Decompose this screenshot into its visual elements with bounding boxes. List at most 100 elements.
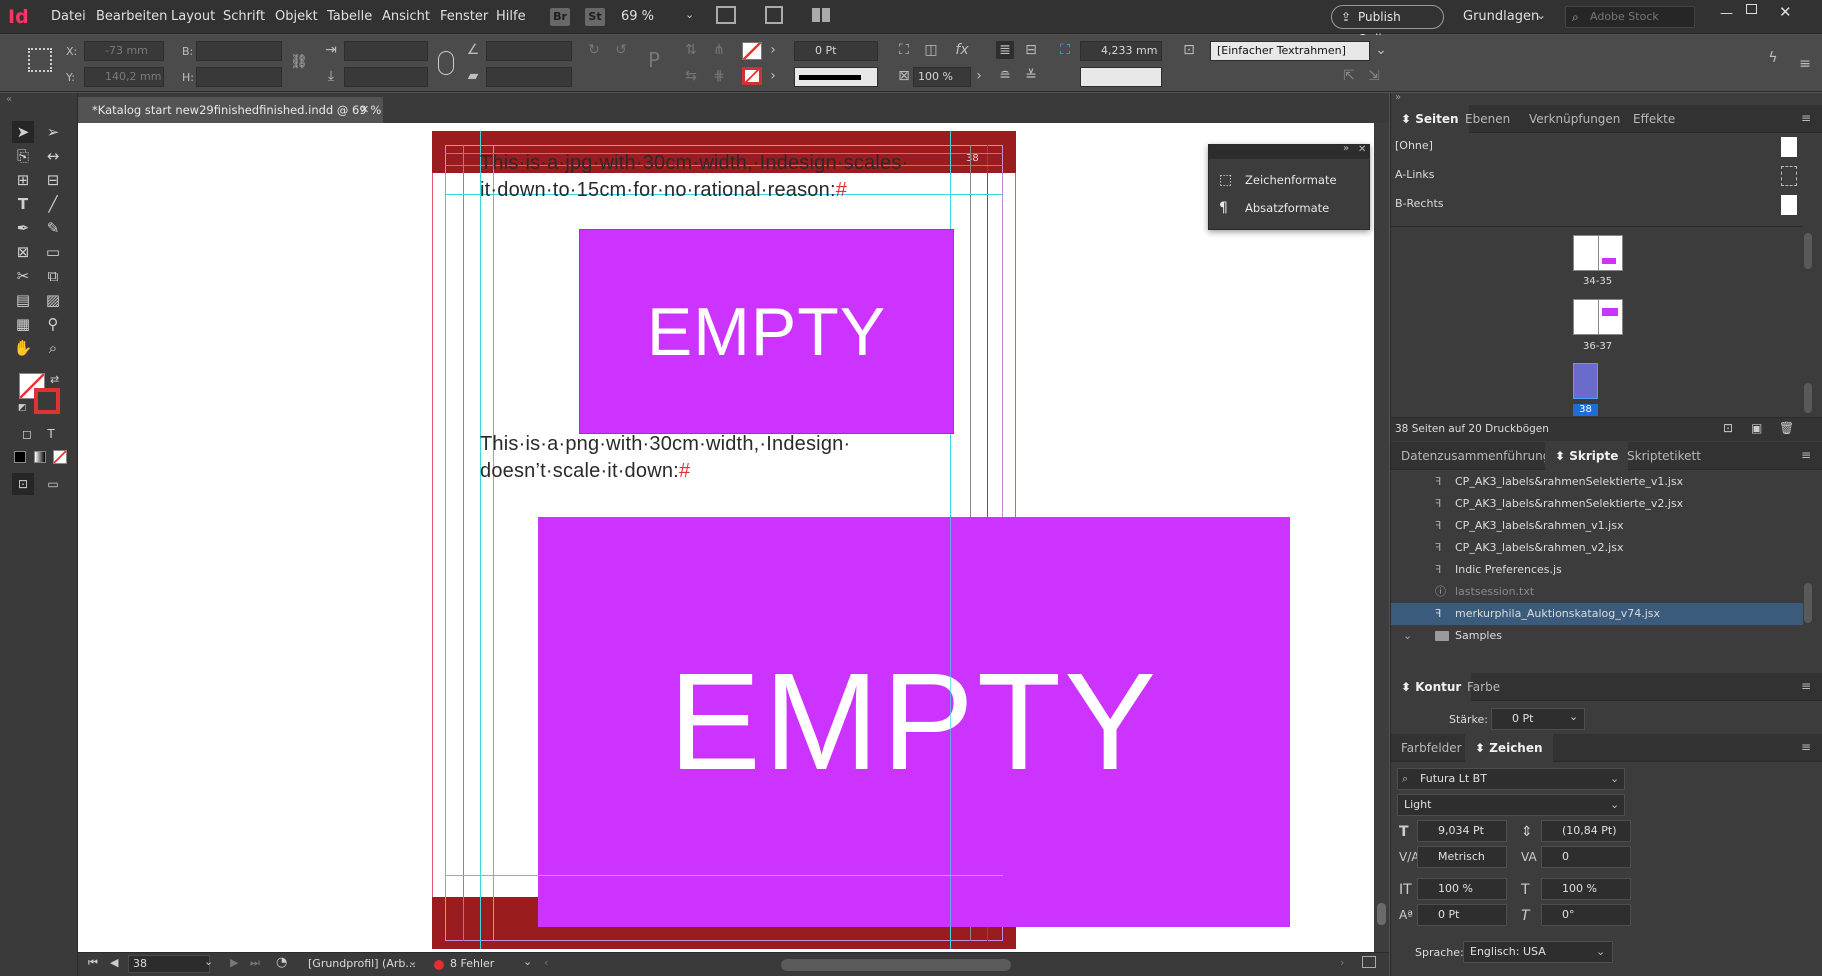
lightning-icon[interactable]: ϟ — [1764, 49, 1782, 67]
swap-colors-icon[interactable]: ⇄ — [50, 373, 59, 386]
baseline-shift-field[interactable]: 0 Pt — [1417, 904, 1507, 926]
drop-shadow-icon[interactable]: ◫ — [922, 41, 940, 59]
text-wrap-none-icon[interactable]: ≣ — [996, 41, 1014, 59]
error-count[interactable]: 8 Fehler — [450, 957, 494, 970]
page-size-icon[interactable]: ⊡ — [1723, 421, 1733, 435]
stroke-type-dropdown[interactable] — [794, 67, 878, 87]
tab-farbe[interactable]: Farbe — [1457, 673, 1510, 701]
chevron-right-icon[interactable]: › — [764, 41, 782, 59]
script-item-selected[interactable]: ꟻ merkurphila_Auktionskatalog_v74.jsx — [1391, 603, 1803, 625]
menu-objekt[interactable]: Objekt — [275, 9, 318, 24]
eyedropper-tool-icon[interactable]: ⚲ — [42, 313, 64, 335]
font-style-dropdown[interactable]: Light ⌄ — [1397, 794, 1625, 816]
apply-color-icon[interactable] — [14, 451, 26, 463]
chevron-down-icon[interactable]: ⌄ — [523, 955, 532, 968]
stroke-swatch[interactable] — [742, 67, 762, 85]
pages-scroll-thumb[interactable] — [1804, 233, 1812, 269]
adobe-stock-search[interactable]: ⌕ Adobe Stock — [1565, 6, 1695, 28]
last-page-icon[interactable]: ⏭ — [250, 956, 260, 970]
text-wrap-bbox-icon[interactable]: ⊟ — [1022, 41, 1040, 59]
close-icon[interactable]: ✕ — [1779, 3, 1792, 21]
align-icon[interactable]: ⋕ — [710, 67, 728, 85]
panel-header[interactable]: » ✕ — [1209, 143, 1369, 159]
page-tool-icon[interactable]: ⎘ — [12, 145, 34, 167]
script-item[interactable]: ꟻ CP_AK3_labels&rahmenSelektierte_v2.jsx — [1391, 493, 1801, 515]
script-item[interactable]: ꟻ CP_AK3_labels&rahmen_v2.jsx — [1391, 537, 1801, 559]
width-field[interactable] — [196, 41, 282, 61]
rectangle-frame-tool-icon[interactable]: ⊠ — [12, 241, 34, 263]
page-number-field[interactable]: 38 — [128, 955, 210, 973]
document-tab[interactable]: *Katalog start new29finishedfinished.ind… — [78, 97, 383, 123]
previous-page-icon[interactable]: ◀ — [110, 956, 118, 969]
font-family-dropdown[interactable]: ⌕ Futura Lt BT ⌄ — [1397, 768, 1625, 790]
hand-tool-icon[interactable]: ✋ — [12, 337, 34, 359]
close-tab-icon[interactable]: ✕ — [360, 97, 369, 123]
chevron-down-icon[interactable]: ⌄ — [685, 8, 694, 21]
formatting-text-icon[interactable]: T — [40, 423, 62, 445]
chevron-right-icon[interactable]: › — [970, 67, 988, 85]
panel-menu-icon[interactable]: ≡ — [1801, 679, 1811, 693]
menu-ansicht[interactable]: Ansicht — [382, 9, 430, 24]
tab-farbfelder[interactable]: Farbfelder — [1391, 734, 1472, 762]
script-folder[interactable]: ⌄ Samples — [1391, 625, 1801, 647]
fx-icon[interactable]: fx — [953, 41, 971, 59]
tab-ebenen[interactable]: Ebenen — [1455, 105, 1520, 133]
tracking-field[interactable]: 0 — [1541, 846, 1631, 868]
selection-tool-icon[interactable]: ➤ — [12, 121, 34, 143]
master-b-rechts[interactable]: B-Rechts — [1391, 193, 1801, 215]
scale-y-field[interactable] — [344, 67, 428, 87]
fill-none-swatch[interactable] — [742, 42, 762, 60]
panel-menu-icon[interactable]: ≡ — [1796, 55, 1814, 73]
script-item[interactable]: ⓘ lastsession.txt — [1391, 581, 1801, 603]
chevron-down-icon[interactable]: ⌄ — [1403, 625, 1412, 647]
content-collector-icon[interactable]: ⊞ — [12, 169, 34, 191]
menu-fenster[interactable]: Fenster — [440, 9, 488, 24]
gradient-swatch-tool-icon[interactable]: ▤ — [12, 289, 34, 311]
chevron-down-icon[interactable]: ⌄ — [408, 955, 417, 968]
split-window-icon[interactable] — [1362, 956, 1376, 968]
paragraph-styles-item[interactable]: ¶ Absatzformate — [1209, 195, 1369, 221]
chevron-down-icon[interactable]: ⌄ — [1536, 8, 1546, 22]
language-dropdown[interactable]: Englisch: USA ⌄ — [1463, 941, 1613, 963]
text-frame-png-note[interactable]: This·is·a·png·with·30cm·width,·Indesign·… — [480, 431, 960, 482]
flip-horizontal-icon[interactable]: ⇅ — [682, 41, 700, 59]
menu-tabelle[interactable]: Tabelle — [327, 9, 372, 24]
collapse-panel-icon[interactable]: » — [1343, 143, 1349, 154]
scroll-right-icon[interactable]: › — [1340, 956, 1344, 969]
menu-layout[interactable]: Layout — [171, 9, 215, 24]
chevron-down-icon[interactable]: ⌄ — [1372, 41, 1390, 59]
spread-thumbnail-38[interactable] — [1573, 363, 1598, 399]
close-icon[interactable]: ✕ — [1358, 144, 1366, 155]
scissors-tool-icon[interactable]: ✂ — [12, 265, 34, 287]
chevron-right-icon[interactable]: › — [764, 67, 782, 85]
auto-fit-icon[interactable]: ⛶ — [1056, 41, 1074, 59]
tab-effekte[interactable]: Effekte — [1623, 105, 1685, 133]
reference-point-icon[interactable] — [28, 48, 52, 72]
master-a-links[interactable]: A-Links — [1391, 164, 1801, 186]
skew-field[interactable]: 0° — [1541, 904, 1631, 926]
stroke-weight-field[interactable]: 0 Pt — [794, 41, 878, 61]
flip-vertical-icon[interactable]: ⇆ — [682, 67, 700, 85]
collapse-toolbox-icon[interactable]: « — [6, 94, 12, 105]
line-tool-icon[interactable]: ╱ — [42, 193, 64, 215]
horizontal-scale-field[interactable]: 100 % — [1541, 878, 1631, 900]
clear-overrides-icon[interactable]: ⇱ — [1340, 67, 1358, 85]
vertical-scale-field[interactable]: 100 % — [1417, 878, 1507, 900]
select-content-icon[interactable]: P — [645, 50, 663, 70]
maximize-icon[interactable] — [1746, 4, 1757, 14]
rotate-ccw-icon[interactable]: ↺ — [612, 41, 630, 59]
zoom-tool-icon[interactable]: ⌕ — [42, 337, 64, 359]
publish-online-button[interactable]: ⇪ Publish Online — [1331, 5, 1444, 46]
chevron-down-icon[interactable]: ⌄ — [204, 955, 213, 968]
gap-tool-icon[interactable]: ↔ — [42, 145, 64, 167]
scroll-left-icon[interactable]: ‹ — [544, 956, 548, 969]
tab-skripte[interactable]: ⬍ Skripte — [1545, 442, 1629, 470]
distribute-icon[interactable]: ⋔ — [710, 41, 728, 59]
stroke-swatch[interactable] — [34, 388, 60, 414]
master-none[interactable]: [Ohne] — [1391, 135, 1801, 157]
scripts-scroll-thumb[interactable] — [1804, 583, 1812, 623]
gap-field[interactable]: 4,233 mm — [1080, 41, 1162, 61]
rectangle-tool-icon[interactable]: ▭ — [42, 241, 64, 263]
next-page-icon[interactable]: ▶ — [230, 956, 238, 969]
script-item[interactable]: ꟻ CP_AK3_labels&rahmenSelektierte_v1.jsx — [1391, 471, 1801, 493]
